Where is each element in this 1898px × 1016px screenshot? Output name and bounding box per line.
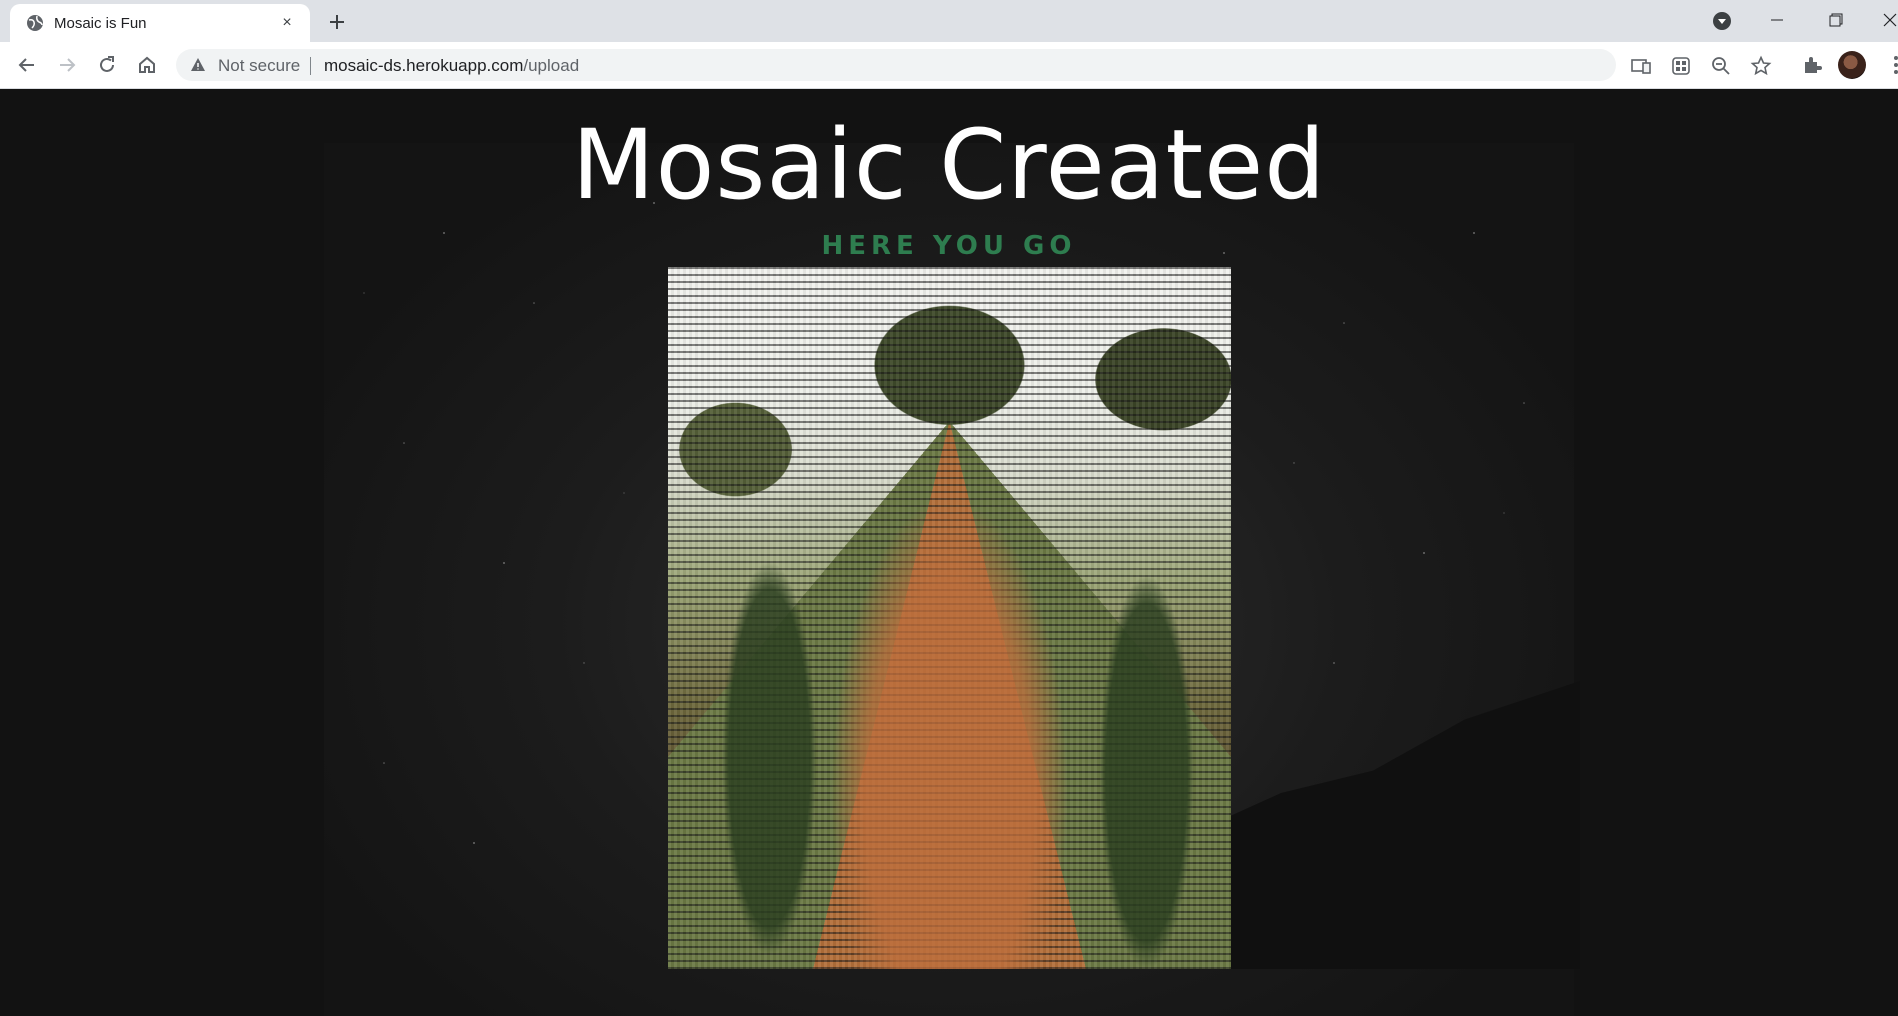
minimize-icon[interactable] xyxy=(1763,8,1791,34)
plus-icon[interactable] xyxy=(325,10,349,34)
reload-icon[interactable] xyxy=(95,53,119,77)
url-text[interactable]: mosaic-ds.herokuapp.com/upload xyxy=(324,56,579,76)
window-close-icon[interactable] xyxy=(1876,8,1898,34)
browser-toolbar: Not secure mosaic-ds.herokuapp.com/uploa… xyxy=(0,42,1898,89)
close-icon[interactable]: × xyxy=(278,14,296,32)
tab-search-icon[interactable] xyxy=(1708,8,1736,34)
globe-icon xyxy=(27,15,43,31)
url-path: /upload xyxy=(523,56,580,75)
tab-title: Mosaic is Fun xyxy=(54,15,147,32)
mosaic-image-overlay xyxy=(668,267,1231,969)
warning-icon[interactable] xyxy=(190,57,206,73)
address-bar[interactable]: Not secure mosaic-ds.herokuapp.com/uploa… xyxy=(176,49,1772,81)
forward-icon[interactable] xyxy=(55,53,79,77)
restore-icon[interactable] xyxy=(1821,8,1849,34)
qr-icon[interactable] xyxy=(1670,55,1692,77)
install-icon[interactable] xyxy=(1630,55,1652,77)
menu-icon[interactable] xyxy=(1884,53,1898,77)
divider xyxy=(310,57,311,75)
avatar[interactable] xyxy=(1838,51,1866,79)
tab-bar: Mosaic is Fun × xyxy=(0,0,1898,42)
page-title: Mosaic Created xyxy=(571,109,1327,221)
security-label[interactable]: Not secure xyxy=(218,56,300,76)
page-subtitle: HERE YOU GO xyxy=(821,231,1077,261)
page-content: Mosaic Created HERE YOU GO xyxy=(0,89,1898,1016)
url-host: mosaic-ds.herokuapp.com xyxy=(324,56,524,75)
star-icon[interactable] xyxy=(1750,55,1772,77)
browser-tab[interactable]: Mosaic is Fun × xyxy=(10,4,310,42)
extensions-icon[interactable] xyxy=(1800,53,1824,77)
home-icon[interactable] xyxy=(135,53,159,77)
back-icon[interactable] xyxy=(15,53,39,77)
zoom-out-icon[interactable] xyxy=(1710,55,1732,77)
